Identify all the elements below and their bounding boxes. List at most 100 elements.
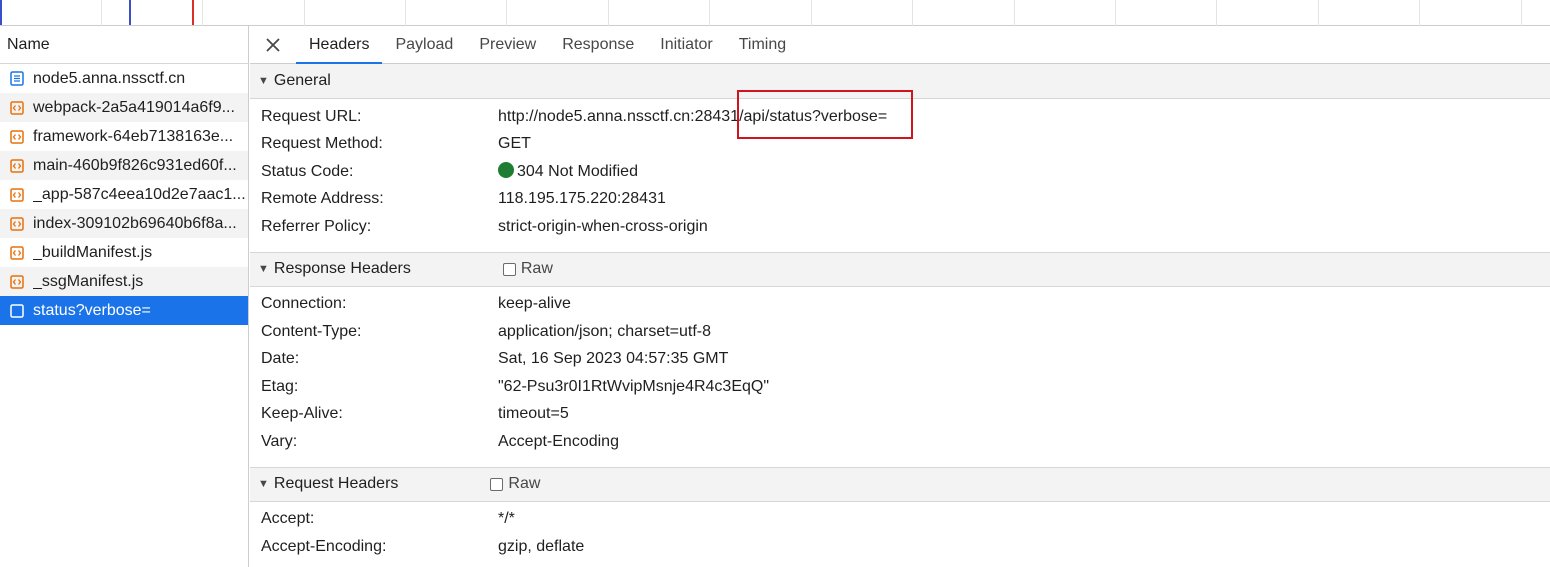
timeline-overview[interactable] bbox=[0, 0, 1550, 26]
timeline-red-marker bbox=[192, 0, 194, 25]
header-key: Date: bbox=[261, 350, 300, 368]
timeline-blue-marker bbox=[129, 0, 131, 25]
tab-initiator[interactable]: Initiator bbox=[647, 26, 725, 63]
request-headers-section: Accept: */* Accept-Encoding: gzip, deflate bbox=[250, 502, 1550, 567]
timeline-gridline bbox=[202, 0, 203, 26]
fetch-icon bbox=[9, 303, 24, 318]
header-key: Request URL: bbox=[261, 107, 362, 125]
script-icon bbox=[9, 245, 24, 260]
header-value: Sat, 16 Sep 2023 04:57:35 GMT bbox=[498, 350, 729, 368]
header-value: application/json; charset=utf-8 bbox=[498, 322, 712, 340]
script-icon bbox=[9, 216, 24, 231]
raw-label: Raw bbox=[508, 475, 541, 492]
header-value: */* bbox=[498, 510, 515, 528]
raw-label: Raw bbox=[520, 260, 553, 277]
status-code-value: 304 Not Modified bbox=[498, 162, 638, 181]
request-row[interactable]: index-309102b69640b6f8a... bbox=[0, 209, 248, 238]
request-headers-title: Request Headers bbox=[273, 475, 399, 492]
response-headers-raw-toggle[interactable]: Raw bbox=[502, 260, 553, 278]
request-row[interactable]: framework-64eb7138163e... bbox=[0, 122, 248, 151]
header-value: strict-origin-when-cross-origin bbox=[498, 217, 708, 235]
response-headers-title: Response Headers bbox=[273, 260, 411, 277]
status-code-row: Status Code: 304 Not Modified bbox=[250, 158, 1550, 186]
tab-list: Headers Payload Preview Response Initiator Ti… bbox=[296, 26, 799, 64]
annotation-highlight-box bbox=[737, 90, 913, 139]
close-icon bbox=[266, 37, 280, 52]
name-column-label: Name bbox=[7, 35, 50, 53]
timeline-gridline bbox=[1014, 0, 1015, 26]
timeline-gridline bbox=[304, 0, 305, 26]
header-value: GET bbox=[498, 135, 531, 153]
request-row[interactable]: status?verbose= bbox=[0, 296, 248, 325]
timeline-blue-marker bbox=[0, 0, 2, 25]
header-row: Accept: */* bbox=[250, 506, 1550, 534]
request-headers-section-header[interactable]: ▼ Request Headers Raw bbox=[250, 466, 1550, 502]
timeline-gridline bbox=[608, 0, 609, 26]
header-row: Date: Sat, 16 Sep 2023 04:57:35 GMT bbox=[250, 346, 1550, 374]
tab-headers[interactable]: Headers bbox=[296, 26, 383, 64]
header-row: Keep-Alive: timeout=5 bbox=[250, 401, 1550, 429]
response-headers-section-header[interactable]: ▼ Response Headers Raw bbox=[250, 251, 1550, 287]
script-icon bbox=[9, 274, 24, 289]
request-row[interactable]: _buildManifest.js bbox=[0, 238, 248, 267]
status-code-text: 304 Not Modified bbox=[517, 163, 638, 181]
request-name: _buildManifest.js bbox=[33, 243, 153, 261]
status-ok-icon bbox=[498, 162, 514, 179]
timeline-gridline bbox=[405, 0, 406, 26]
header-row: Connection: keep-alive bbox=[250, 291, 1550, 319]
details-tab-bar: Headers Payload Preview Response Initiator Ti… bbox=[250, 26, 1550, 64]
header-key: Accept: bbox=[261, 510, 315, 528]
request-list: node5.anna.nssctf.cn webpack-2a5a419014a6… bbox=[0, 64, 248, 325]
request-headers-raw-toggle[interactable]: Raw bbox=[490, 475, 540, 493]
timeline-gridline bbox=[1521, 0, 1522, 26]
timeline-gridline bbox=[1216, 0, 1217, 26]
header-value: gzip, deflate bbox=[498, 537, 585, 555]
name-column-header[interactable]: Name bbox=[0, 26, 248, 64]
script-icon bbox=[9, 187, 24, 202]
raw-checkbox[interactable] bbox=[490, 477, 504, 491]
header-key: Vary: bbox=[261, 432, 298, 450]
timeline-gridline bbox=[1115, 0, 1116, 26]
expand-triangle-icon: ▼ bbox=[258, 75, 269, 87]
tab-preview[interactable]: Preview bbox=[466, 26, 549, 63]
remote-address-row: Remote Address: 118.195.175.220:28431 bbox=[250, 186, 1550, 214]
request-row[interactable]: _ssgManifest.js bbox=[0, 267, 248, 296]
general-section-title: General bbox=[273, 72, 331, 89]
document-icon bbox=[9, 71, 24, 86]
request-name: status?verbose= bbox=[33, 301, 151, 319]
header-key: Accept-Encoding: bbox=[261, 537, 387, 555]
request-name: index-309102b69640b6f8a... bbox=[33, 214, 237, 232]
request-row[interactable]: _app-587c4eea10d2e7aac1... bbox=[0, 180, 248, 209]
request-name: _ssgManifest.js bbox=[33, 272, 144, 290]
tab-timing[interactable]: Timing bbox=[726, 26, 799, 63]
raw-checkbox[interactable] bbox=[502, 262, 516, 276]
timeline-gridline bbox=[506, 0, 507, 26]
header-key: Referrer Policy: bbox=[261, 217, 372, 235]
referrer-policy-row: Referrer Policy: strict-origin-when-cros… bbox=[250, 213, 1550, 241]
close-details-button[interactable] bbox=[250, 26, 296, 63]
request-row[interactable]: node5.anna.nssctf.cn bbox=[0, 64, 248, 93]
header-row: Content-Type: application/json; charset=u… bbox=[250, 318, 1550, 346]
timeline-gridline bbox=[1419, 0, 1420, 26]
request-list-panel: Name node5.anna.nssctf.cn webpack-2a5a419… bbox=[0, 26, 249, 567]
response-headers-section: Connection: keep-alive Content-Type: applic… bbox=[250, 287, 1550, 467]
request-name: node5.anna.nssctf.cn bbox=[33, 69, 186, 87]
header-key: Keep-Alive: bbox=[261, 405, 343, 423]
header-value: "62-Psu3r0I1RtWvipMsnje4R4c3EqQ" bbox=[498, 377, 770, 395]
header-value: Accept-Encoding bbox=[498, 432, 619, 450]
request-name: main-460b9f826c931ed60f... bbox=[33, 156, 237, 174]
timeline-gridline bbox=[912, 0, 913, 26]
request-name: framework-64eb7138163e... bbox=[33, 127, 234, 145]
tab-payload[interactable]: Payload bbox=[382, 26, 466, 63]
header-key: Remote Address: bbox=[261, 190, 384, 208]
expand-triangle-icon: ▼ bbox=[258, 263, 269, 275]
header-value: 118.195.175.220:28431 bbox=[498, 190, 666, 208]
timeline-gridline bbox=[709, 0, 710, 26]
header-key: Connection: bbox=[261, 295, 347, 313]
script-icon bbox=[9, 129, 24, 144]
tab-response[interactable]: Response bbox=[549, 26, 647, 63]
header-key: Content-Type: bbox=[261, 322, 362, 340]
header-key: Status Code: bbox=[261, 162, 354, 180]
request-row[interactable]: webpack-2a5a419014a6f9... bbox=[0, 93, 248, 122]
request-row[interactable]: main-460b9f826c931ed60f... bbox=[0, 151, 248, 180]
